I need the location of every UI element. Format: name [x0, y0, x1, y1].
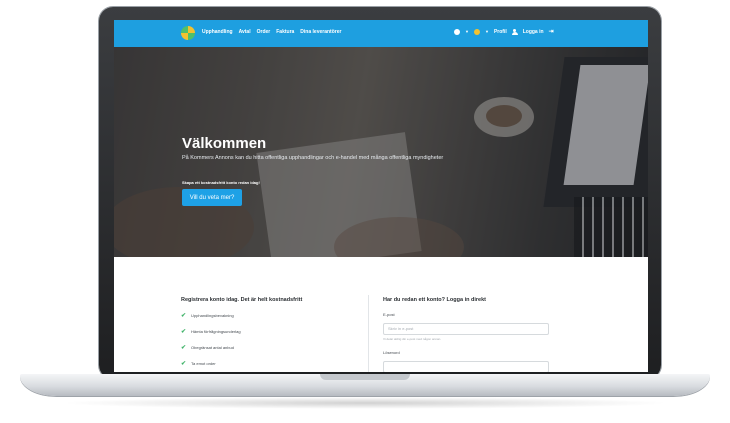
hero-small-text: Skapa ett kostnadsfritt konto redan idag…	[182, 180, 260, 185]
feature-item: ✔ Hämta förfrågningsunderlag	[181, 328, 351, 335]
nav-link-order[interactable]: Order	[257, 29, 271, 35]
profile-link[interactable]: Profil	[494, 29, 507, 35]
login-link[interactable]: Logga in	[523, 29, 544, 35]
laptop-notch	[320, 374, 410, 380]
login-title: Har du redan ett konto? Logga in direkt	[383, 297, 486, 303]
nav-link-avtal[interactable]: Avtal	[239, 29, 251, 35]
hero-overlay	[114, 47, 648, 257]
feature-item: ✔ Ta emot order	[181, 360, 351, 367]
feature-item: ✔ Upphandlingsbevakning	[181, 312, 351, 319]
nav-right: ▼ ▼ Profil Logga in ⇥	[454, 28, 554, 35]
login-column: Har du redan ett konto? Logga in direkt …	[383, 297, 553, 372]
feature-item: ✔ Obegränsat antal anbud	[181, 344, 351, 351]
laptop-mockup: Upphandling Avtal Order Faktura Dina lev…	[0, 0, 730, 423]
feature-label: Ta emot order	[191, 361, 216, 366]
person-icon	[511, 28, 518, 35]
content-section: Registrera konto idag. Det är helt kostn…	[114, 257, 648, 372]
feature-label: Upphandlingsbevakning	[191, 313, 234, 318]
hero-banner: Välkommen På Kommers Annons kan du hitta…	[114, 47, 648, 257]
language-icon[interactable]	[454, 28, 460, 35]
chevron-down-icon: ▼	[465, 29, 469, 34]
laptop-screen: Upphandling Avtal Order Faktura Dina lev…	[114, 20, 648, 372]
chevron-down-icon: ▼	[484, 29, 489, 34]
check-icon: ✔	[181, 345, 187, 351]
check-icon: ✔	[181, 329, 187, 335]
learn-more-button[interactable]: Vill du veta mer?	[182, 189, 242, 206]
brand-logo[interactable]	[181, 26, 195, 40]
check-icon: ✔	[181, 313, 187, 319]
email-field[interactable]	[383, 322, 549, 335]
password-label: Lösenord	[383, 350, 400, 355]
top-navbar: Upphandling Avtal Order Faktura Dina lev…	[114, 20, 648, 47]
column-divider	[368, 295, 369, 372]
email-hint: Vi delar aldrig din e-post med någon ann…	[383, 337, 442, 341]
laptop-shadow	[60, 397, 670, 409]
feature-label: Obegränsat antal anbud	[191, 345, 234, 350]
register-column: Registrera konto idag. Det är helt kostn…	[181, 297, 351, 367]
register-title: Registrera konto idag. Det är helt kostn…	[181, 297, 303, 303]
hero-title: Välkommen	[182, 135, 267, 152]
nav-link-leverantorer[interactable]: Dina leverantörer	[300, 29, 341, 35]
nav-link-faktura[interactable]: Faktura	[276, 29, 294, 35]
nav-links: Upphandling Avtal Order Faktura Dina lev…	[202, 29, 341, 35]
feature-label: Hämta förfrågningsunderlag	[191, 329, 241, 334]
nav-link-upphandling[interactable]: Upphandling	[202, 29, 233, 35]
hero-subtitle: På Kommers Annons kan du hitta offentlig…	[182, 155, 444, 161]
password-field[interactable]	[383, 360, 549, 372]
email-label: E-post	[383, 312, 395, 317]
sign-in-icon: ⇥	[548, 29, 554, 35]
check-icon: ✔	[181, 361, 187, 367]
theme-icon[interactable]	[473, 28, 480, 35]
